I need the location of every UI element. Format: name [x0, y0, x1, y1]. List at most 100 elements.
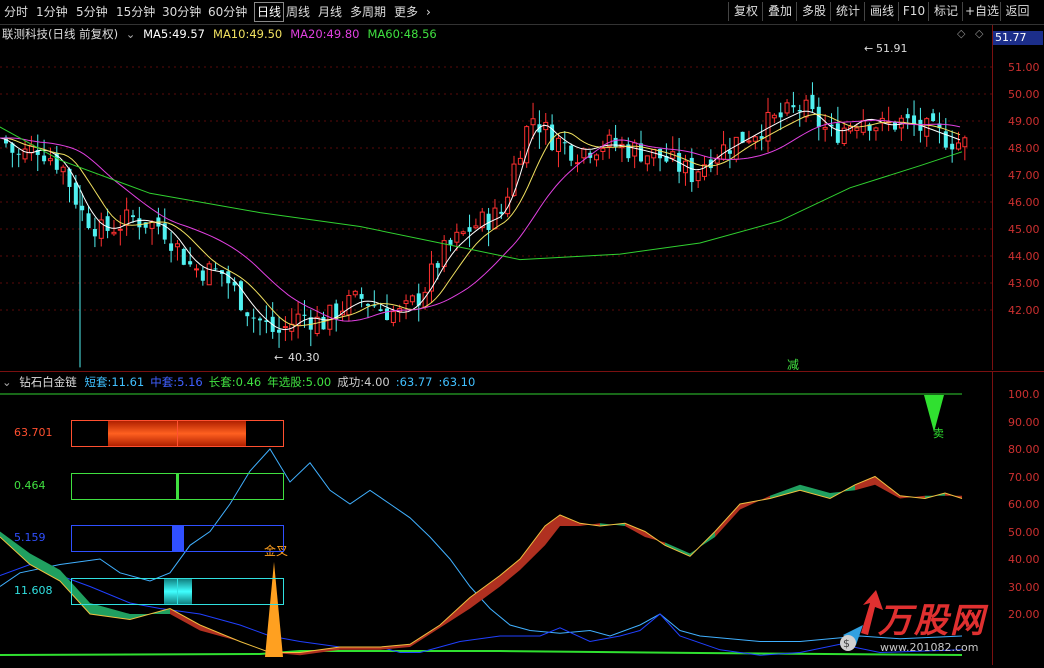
indicator-box-divider	[177, 579, 178, 604]
indicator-legend-item: :63.10	[438, 375, 476, 389]
period-tab-8[interactable]: 月线	[318, 3, 342, 21]
candle	[822, 126, 828, 130]
candle	[188, 261, 193, 265]
candle	[111, 231, 117, 235]
period-tab-2[interactable]: 5分钟	[76, 3, 108, 21]
candle	[117, 228, 123, 231]
indicator-tick: 40.00	[1008, 553, 1040, 566]
toolbar-button-8[interactable]: 返回	[1000, 2, 1034, 21]
toolbar-button-4[interactable]: 画线	[864, 2, 899, 21]
low-annotation: 40.30	[288, 351, 320, 364]
period-tab-9[interactable]: 多周期	[350, 3, 386, 21]
price-tick: 46.00	[1008, 196, 1040, 209]
candle	[511, 163, 517, 196]
diamond-icon[interactable]: ◇	[957, 27, 965, 40]
ma-legend-item: MA20:49.80	[290, 27, 360, 41]
indicator-tick: 60.00	[1008, 498, 1040, 511]
indicator-legend-item: 成功:4.00	[337, 375, 390, 389]
candle	[695, 171, 701, 182]
period-tab-5[interactable]: 60分钟	[208, 3, 247, 21]
chevron-down-icon[interactable]: ⌄	[126, 27, 136, 41]
indicator-box-divider	[177, 421, 178, 446]
indicator-legend-item: :63.77	[395, 375, 433, 389]
candle	[194, 268, 199, 271]
toolbar-button-3[interactable]: 统计	[830, 2, 865, 21]
indicator-tick: 50.00	[1008, 525, 1040, 539]
toolbar-button-0[interactable]: 复权	[728, 2, 763, 21]
candle	[16, 153, 21, 155]
toolbar-button-1[interactable]: 叠加	[762, 2, 797, 21]
indicator-box	[71, 578, 284, 605]
toolbar-button-6[interactable]: 标记	[928, 2, 963, 21]
golden-cross-marker	[265, 562, 283, 657]
price-tick: 42.00	[1008, 304, 1040, 317]
candle	[581, 148, 587, 159]
period-tab-10[interactable]: 更多	[394, 3, 418, 21]
watermark-brand: 万股网	[878, 601, 986, 641]
indicator-box-fill	[164, 579, 192, 604]
toolbar-button-7[interactable]: +自选	[962, 2, 1001, 21]
candle	[530, 118, 536, 126]
ma-legend: 联测科技(日线 前复权) ⌄ MA5:49.57 MA10:49.50 MA20:4…	[2, 26, 449, 42]
candle	[206, 263, 212, 286]
indicator-ribbon-segment	[740, 495, 770, 510]
toolbar-button-5[interactable]: F10	[898, 2, 929, 21]
indicator-legend-item: 年选股:5.00	[267, 375, 332, 389]
indicator-line	[0, 475, 963, 653]
price-tick: 47.00	[1008, 169, 1040, 182]
indicator-tick: 100.0	[1008, 388, 1040, 401]
ma-legend-item: MA10:49.50	[213, 27, 283, 41]
reduce-marker: 减	[787, 358, 799, 370]
indicator-box-fill	[172, 526, 184, 551]
indicator-chevron-icon[interactable]: ⌄	[2, 375, 12, 389]
long-trap-line	[0, 650, 963, 656]
box-value-label: 0.464	[14, 479, 46, 492]
candle	[428, 263, 434, 292]
period-tab-3[interactable]: 15分钟	[116, 3, 155, 21]
candle	[124, 209, 130, 226]
toolbar-button-2[interactable]: 多股	[796, 2, 831, 21]
indicator-ribbon-segment	[520, 526, 545, 570]
period-tab-0[interactable]: 分时	[4, 3, 28, 21]
candle	[803, 99, 809, 118]
candle	[835, 123, 840, 143]
watermark-url: www.201082.com	[880, 641, 979, 654]
candle	[80, 205, 85, 211]
indicator-box	[71, 473, 284, 500]
candle	[956, 142, 961, 150]
candle	[390, 311, 396, 323]
ma-legend-item: MA5:49.57	[143, 27, 206, 41]
candle	[727, 150, 732, 154]
price-tick: 45.00	[1008, 223, 1040, 236]
ma-legend-item: MA60:48.56	[367, 27, 437, 41]
indicator-legend-item: 短套:11.61	[84, 375, 145, 389]
candle	[42, 155, 47, 162]
candle	[644, 155, 650, 165]
period-tab-1[interactable]: 1分钟	[36, 3, 68, 21]
indicator-box-divider	[177, 526, 178, 551]
period-tab-6[interactable]: 日线	[254, 2, 285, 22]
indicator-ribbon-segment	[545, 515, 560, 546]
candle	[569, 145, 574, 161]
chevron-right-icon[interactable]: ›	[426, 3, 431, 21]
svg-text:$: $	[843, 637, 850, 650]
arrow-left-icon: ←	[274, 351, 283, 364]
price-tick: 49.00	[1008, 115, 1040, 128]
candle	[169, 243, 174, 251]
period-tab-4[interactable]: 30分钟	[162, 3, 201, 21]
candle	[365, 304, 370, 306]
candle	[22, 148, 28, 160]
candle	[308, 317, 313, 330]
indicator-tick: 90.00	[1008, 415, 1040, 429]
indicator-legend: ⌄ 钻石白金链 短套:11.61 中套:5.16 长套:0.46 年选股:5.00 成功…	[2, 374, 485, 390]
candle	[517, 157, 523, 165]
candle	[277, 329, 282, 333]
kline-panel[interactable]: 51.91 ← 40.30 ← 减	[0, 25, 993, 370]
candle	[137, 218, 142, 228]
candle	[258, 318, 262, 321]
candle	[302, 314, 307, 316]
period-tab-7[interactable]: 周线	[286, 3, 310, 21]
candle	[854, 127, 860, 131]
collapse-icon[interactable]: ◇	[975, 27, 983, 40]
candle	[174, 243, 180, 248]
